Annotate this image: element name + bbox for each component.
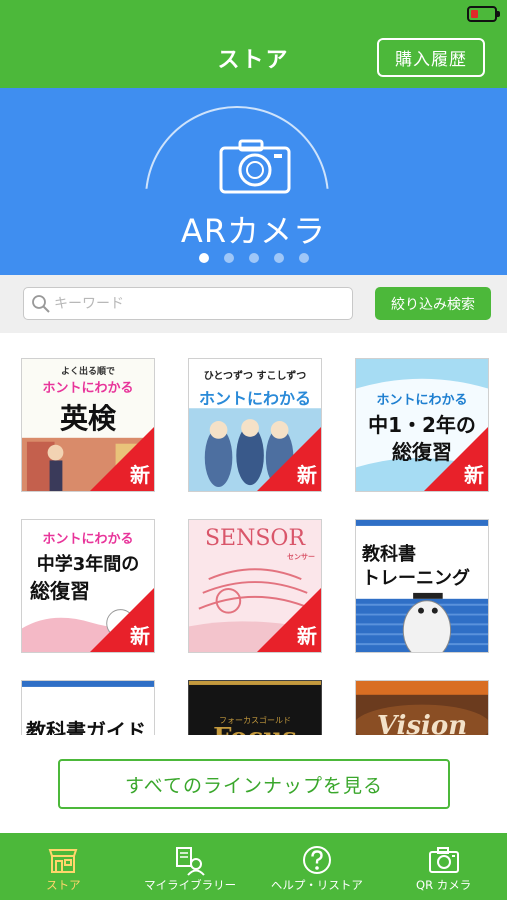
qr-camera-icon [428,847,459,873]
banner-pager[interactable] [0,253,507,263]
search-bar: 絞り込み検索 [0,275,507,333]
book-series: よく出る順で [60,367,115,377]
tab-my-library[interactable]: マイライブラリー [127,833,254,900]
tab-help-restore[interactable]: ヘルプ・リストア [254,833,381,900]
book-chu3[interactable]: ホントにわかる 中学3年間の 総復習 新 [21,519,155,653]
store-icon [48,849,78,873]
purchase-history-button[interactable]: 購入履歴 [377,38,485,77]
search-input[interactable] [54,288,344,319]
book-title: SENSOR [204,526,306,551]
pager-dot[interactable] [198,253,209,263]
search-box[interactable] [23,287,353,320]
search-icon [32,295,50,313]
pager-dot[interactable] [223,253,234,263]
book-subtitle: ホントにわかる [42,381,134,396]
filter-search-button[interactable]: 絞り込み検索 [375,287,491,320]
book-title: 教科書 [362,544,416,565]
new-badge-label: 新 [297,463,317,487]
banner-label: ARカメラ [180,212,327,250]
book-grid: よく出る順で ホントにわかる 英検 新 ひとつずつ すこしずつ ホントにわかる … [0,333,507,735]
pager-dot[interactable] [248,253,259,263]
new-badge-label: 新 [297,624,317,648]
tab-qr-camera[interactable]: QR カメラ [380,833,507,900]
tab-my-library-label: マイライブラリー [144,878,237,892]
book-title: ホントにわかる [198,389,311,408]
pager-dot[interactable] [298,253,309,263]
pager-dot[interactable] [273,253,284,263]
book-title: Vision [376,711,468,735]
book-title-line2: トレーニング [362,568,470,589]
library-icon [176,847,205,876]
book-kyokasho-guide[interactable]: 教科書ガイド [21,680,155,735]
help-icon [302,846,331,874]
tab-bar: ストア マイライブラリー ヘルプ・リストア QR カメラ [0,833,507,900]
book-eiken[interactable]: よく出る順で ホントにわかる 英検 新 [21,358,155,492]
new-badge-label: 新 [464,463,484,487]
book-title-kana: センサー [287,553,315,561]
book-sensor[interactable]: SENSOR センサー 新 [188,519,322,653]
tab-qr-camera-label: QR カメラ [416,878,472,892]
book-kyokasho-training[interactable]: 教科書 トレーニング [355,519,489,653]
book-subtitle: ホントにわかる [42,532,134,547]
book-hitotsuzutsu[interactable]: ひとつずつ すこしずつ ホントにわかる 新 [188,358,322,492]
book-series: ひとつずつ すこしずつ [203,371,307,382]
book-chu12[interactable]: ホントにわかる 中1・2年の 総復習 新 [355,358,489,492]
lineup-section: すべてのラインナップを見る [0,735,507,833]
book-title: 教科書ガイド [26,719,146,735]
book-vision[interactable]: Vision [355,680,489,735]
tab-help-restore-label: ヘルプ・リストア [270,878,363,892]
battery-icon [467,6,500,22]
tab-store-label: ストア [46,878,81,892]
header: ストア 購入履歴 [0,0,507,88]
tab-store[interactable]: ストア [0,833,127,900]
book-subtitle: ホントにわかる [376,393,468,408]
view-all-lineup-button[interactable]: すべてのラインナップを見る [58,759,450,809]
book-title: Focus [189,723,321,735]
ar-camera-banner[interactable]: ARカメラ [0,88,507,275]
camera-icon [219,139,291,194]
new-badge-label: 新 [130,624,150,648]
book-title: 中学3年間の [36,554,140,575]
book-focus-gold[interactable]: フォーカスゴールド Focus [188,680,322,735]
new-badge-label: 新 [130,463,150,487]
